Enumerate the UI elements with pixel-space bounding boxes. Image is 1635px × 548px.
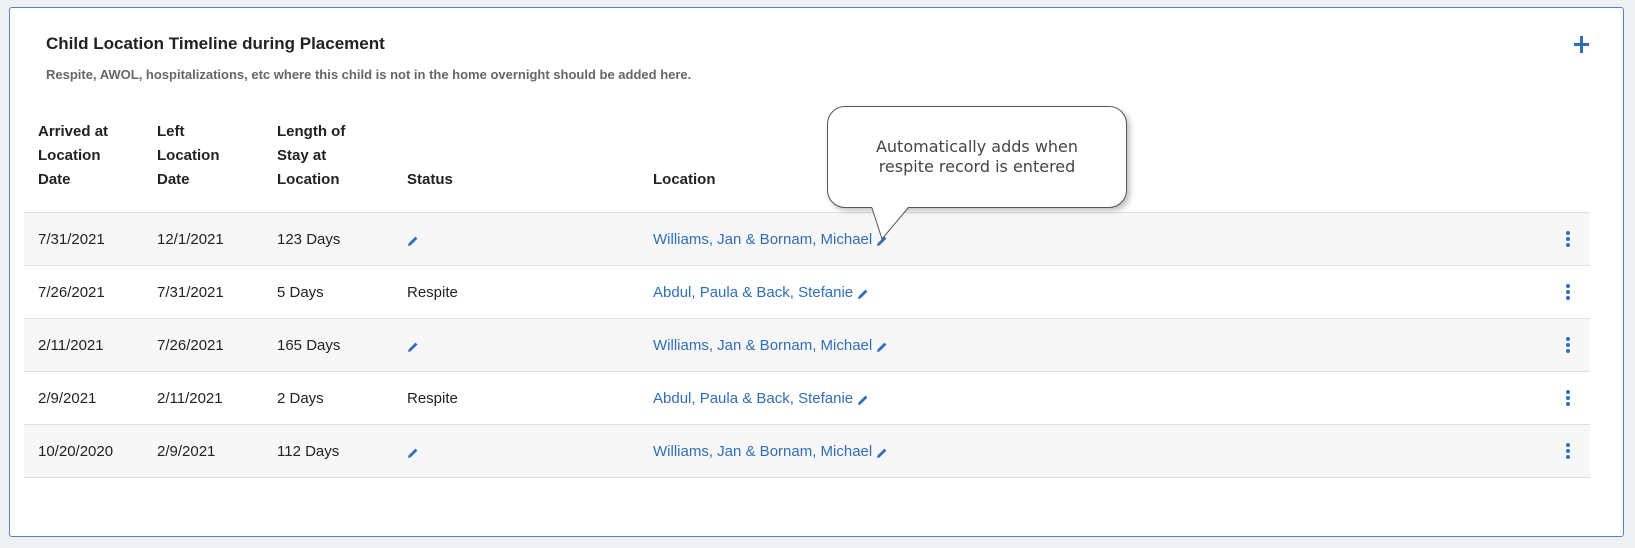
- cell-status: [393, 319, 639, 372]
- edit-status-pencil-icon[interactable]: [407, 340, 419, 352]
- edit-status-pencil-icon[interactable]: [407, 446, 419, 458]
- cell-length-of-stay: 2 Days: [277, 389, 324, 407]
- cell-arrived-date: 2/9/2021: [38, 389, 97, 407]
- edit-location-pencil-icon[interactable]: [876, 446, 888, 458]
- edit-location-pencil-icon[interactable]: [876, 340, 888, 352]
- cell-location: Williams, Jan & Bornam, Michael: [639, 425, 1534, 478]
- row-menu-kebab-icon[interactable]: [1562, 229, 1574, 249]
- cell-arrived-date: 7/26/2021: [38, 283, 105, 301]
- header-left-date: Left Location Date: [157, 123, 220, 188]
- table-row: 2/11/2021 7/26/2021 165 Days Williams, Jan …: [24, 318, 1590, 372]
- table-row: 7/26/2021 7/31/2021 5 Days Respite Abdul, Pa…: [24, 265, 1590, 319]
- cell-left-date: 7/31/2021: [157, 283, 224, 301]
- row-menu-kebab-icon[interactable]: [1562, 388, 1574, 408]
- location-link[interactable]: Abdul, Paula & Back, Stefanie: [653, 390, 853, 407]
- callout-tail: [871, 207, 909, 241]
- cell-location: Abdul, Paula & Back, Stefanie: [639, 372, 1534, 425]
- cell-actions: [1534, 266, 1590, 319]
- cell-location: Williams, Jan & Bornam, Michael: [639, 213, 1534, 266]
- edit-location-pencil-icon[interactable]: [857, 287, 869, 299]
- location-link[interactable]: Williams, Jan & Bornam, Michael: [653, 443, 872, 460]
- cell-left-date: 12/1/2021: [157, 230, 224, 248]
- add-location-button[interactable]: [1568, 32, 1594, 58]
- cell-arrived-date: 7/31/2021: [38, 230, 105, 248]
- panel-title: Child Location Timeline during Placement: [46, 34, 385, 53]
- location-link[interactable]: Williams, Jan & Bornam, Michael: [653, 231, 872, 248]
- table-row: 10/20/2020 2/9/2021 112 Days Williams, Jan …: [24, 424, 1590, 478]
- location-link[interactable]: Abdul, Paula & Back, Stefanie: [653, 284, 853, 301]
- cell-length-of-stay: 165 Days: [277, 336, 341, 354]
- header-length-of-stay: Length of Stay at Location: [277, 123, 346, 188]
- cell-left-date: 2/11/2021: [157, 389, 223, 407]
- cell-arrived-date: 2/11/2021: [38, 336, 104, 354]
- cell-actions: [1534, 372, 1590, 425]
- callout-note: Automatically adds when respite record i…: [827, 106, 1127, 208]
- status-label: Respite: [407, 389, 458, 407]
- cell-actions: [1534, 213, 1590, 266]
- cell-status: Respite: [393, 372, 639, 425]
- table-header-row: Arrived at Location Date Left Location D…: [24, 120, 1590, 213]
- cell-actions: [1534, 319, 1590, 372]
- cell-location: Abdul, Paula & Back, Stefanie: [639, 266, 1534, 319]
- header-actions: [1534, 120, 1590, 213]
- panel-subtitle: Respite, AWOL, hospitalizations, etc whe…: [46, 67, 692, 82]
- row-menu-kebab-icon[interactable]: [1562, 282, 1574, 302]
- edit-location-pencil-icon[interactable]: [857, 393, 869, 405]
- cell-length-of-stay: 112 Days: [277, 442, 340, 460]
- cell-left-date: 2/9/2021: [157, 442, 216, 460]
- cell-length-of-stay: 5 Days: [277, 283, 324, 301]
- table-row: 2/9/2021 2/11/2021 2 Days Respite Abdul, Pau…: [24, 371, 1590, 425]
- cell-actions: [1534, 425, 1590, 478]
- cell-arrived-date: 10/20/2020: [38, 442, 114, 460]
- status-label: Respite: [407, 283, 458, 301]
- edit-status-pencil-icon[interactable]: [407, 234, 419, 246]
- row-menu-kebab-icon[interactable]: [1562, 335, 1574, 355]
- cell-left-date: 7/26/2021: [157, 336, 224, 354]
- location-timeline-table: Arrived at Location Date Left Location D…: [24, 120, 1590, 478]
- cell-length-of-stay: 123 Days: [277, 230, 341, 248]
- cell-status: [393, 425, 639, 478]
- header-arrived-date: Arrived at Location Date: [38, 123, 109, 188]
- row-menu-kebab-icon[interactable]: [1562, 441, 1574, 461]
- cell-status: [393, 213, 639, 266]
- cell-location: Williams, Jan & Bornam, Michael: [639, 319, 1534, 372]
- cell-status: Respite: [393, 266, 639, 319]
- header-status: Status: [407, 171, 453, 188]
- location-link[interactable]: Williams, Jan & Bornam, Michael: [653, 337, 872, 354]
- table-row: 7/31/2021 12/1/2021 123 Days Williams, Jan …: [24, 212, 1590, 266]
